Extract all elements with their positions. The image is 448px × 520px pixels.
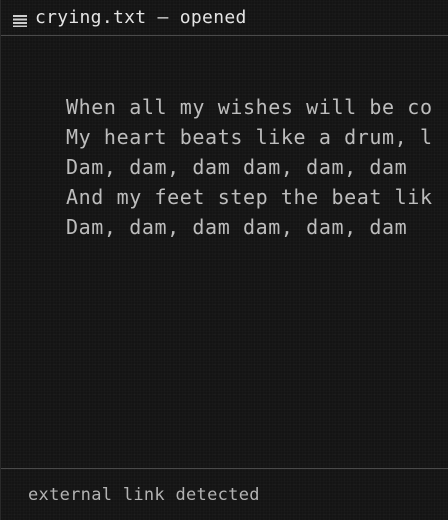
status-message: external link detected bbox=[28, 484, 260, 505]
text-line-1: When all my wishes will be co bbox=[66, 95, 433, 119]
window-title: crying.txt — opened bbox=[35, 7, 247, 28]
file-lines-icon bbox=[13, 12, 27, 27]
text-viewer-window: crying.txt — opened When all my wishes w… bbox=[0, 0, 448, 520]
title-bar: crying.txt — opened bbox=[1, 0, 448, 36]
text-line-5: Dam, dam, dam dam, dam, dam bbox=[66, 215, 408, 239]
text-editor[interactable]: When all my wishes will be co My heart b… bbox=[1, 37, 448, 467]
text-line-4: And my feet step the beat lik bbox=[66, 185, 433, 209]
status-bar: external link detected bbox=[1, 468, 448, 520]
text-line-2: My heart beats like a drum, l bbox=[66, 125, 433, 149]
text-line-3: Dam, dam, dam dam, dam, dam bbox=[66, 155, 408, 179]
